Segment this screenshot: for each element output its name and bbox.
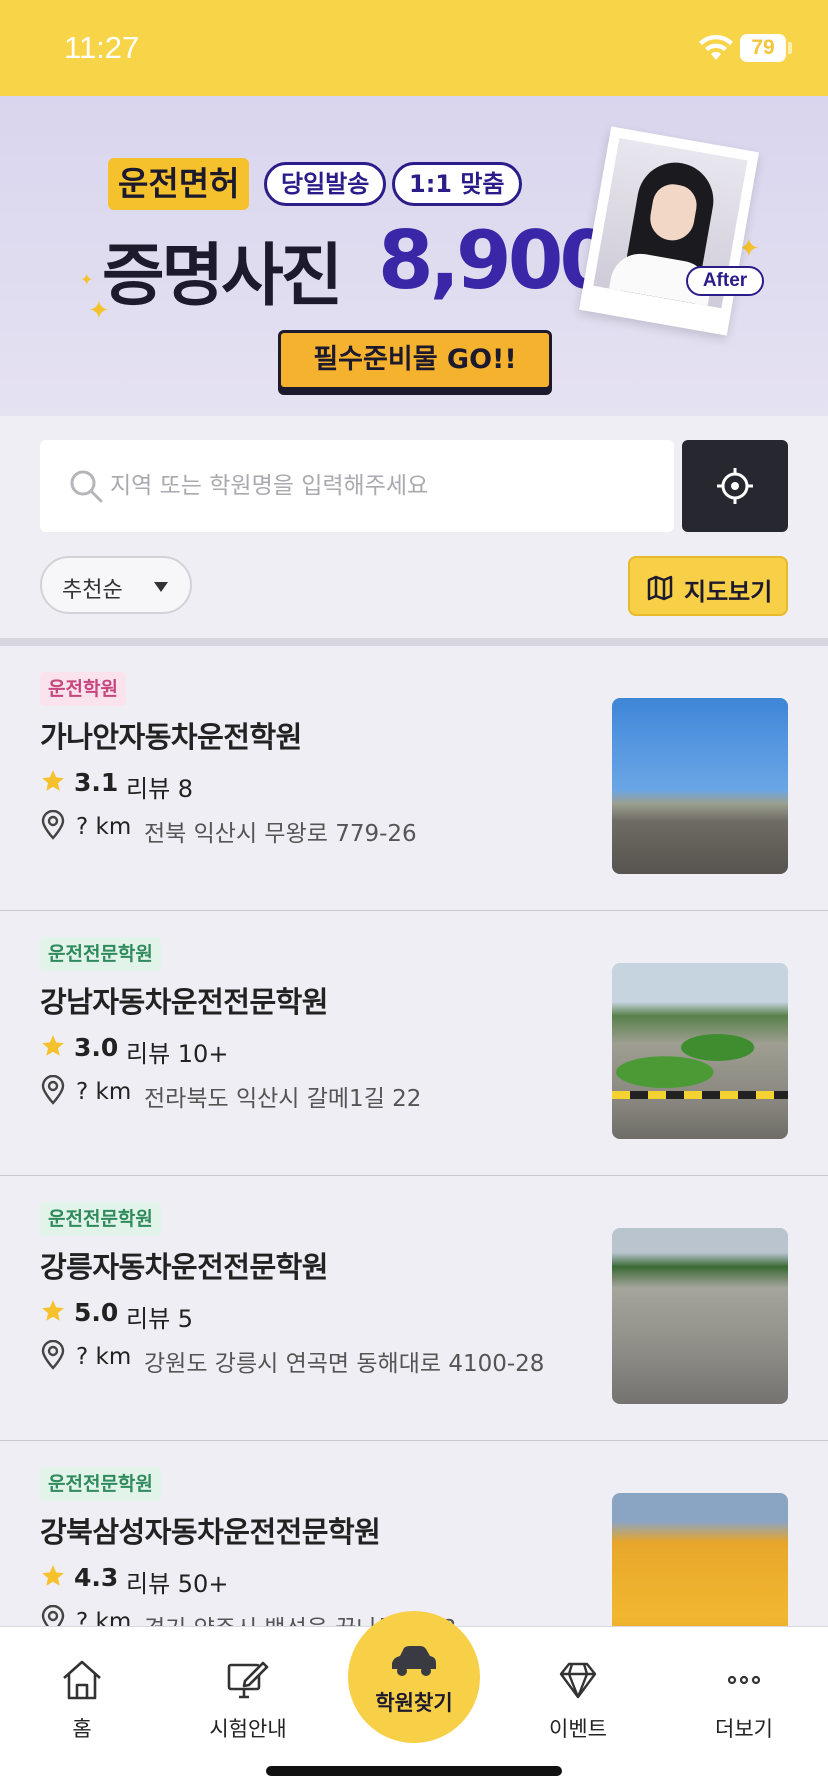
more-dots-icon: [727, 1675, 761, 1685]
location-pin-icon: [41, 1075, 65, 1105]
rating-value: 3.1: [74, 768, 119, 797]
category-badge: 운전전문학원: [40, 1202, 161, 1236]
school-name: 강남자동차운전전문학원: [40, 985, 328, 1019]
school-thumbnail: [612, 1493, 788, 1626]
review-count: 리뷰 8: [126, 775, 194, 803]
banner-title: 증명사진: [102, 237, 343, 316]
tab-more[interactable]: 더보기: [684, 1657, 804, 1757]
school-thumbnail: [612, 963, 788, 1139]
search-bar[interactable]: [40, 440, 674, 532]
section-divider: [0, 638, 828, 646]
chevron-down-icon: [154, 582, 168, 592]
map-icon: [647, 575, 673, 601]
banner-tag-license: 운전면허: [108, 158, 250, 210]
home-icon: [63, 1660, 101, 1700]
map-view-label: 지도보기: [684, 578, 773, 606]
tab-event-label: 이벤트: [549, 1717, 607, 1741]
rating-value: 5.0: [74, 1298, 119, 1327]
crosshair-icon: [717, 468, 753, 504]
category-badge: 운전전문학원: [40, 937, 161, 971]
category-badge: 운전학원: [40, 672, 126, 706]
address: 강원도 강릉시 연곡면 동해대로 4100-28: [144, 1351, 545, 1377]
current-location-button[interactable]: [682, 440, 788, 532]
sort-dropdown[interactable]: 추천순: [40, 556, 192, 614]
address: 전라북도 익산시 갈메1길 22: [144, 1086, 422, 1112]
map-view-button[interactable]: 지도보기: [628, 556, 788, 616]
banner-cta-button[interactable]: 필수준비물 GO!!: [278, 330, 552, 390]
rating-value: 4.3: [74, 1563, 119, 1592]
school-list[interactable]: 운전학원 가나안자동차운전학원 3.1 리뷰 8 ? km 전북 익산시 무왕로…: [0, 646, 828, 1626]
review-count: 리뷰 5: [126, 1305, 194, 1333]
wifi-icon: [699, 34, 733, 60]
location-pin-icon: [41, 810, 65, 840]
tab-exam-info[interactable]: 시험안내: [188, 1657, 308, 1757]
tab-home-label: 홈: [72, 1717, 92, 1741]
tab-event[interactable]: 이벤트: [518, 1657, 638, 1757]
category-badge: 운전전문학원: [40, 1467, 161, 1501]
car-icon: [392, 1646, 436, 1676]
star-icon: [42, 1300, 64, 1321]
distance: ? km: [76, 1344, 132, 1370]
review-count: 리뷰 10+: [126, 1040, 229, 1068]
distance: ? km: [76, 814, 132, 840]
list-item[interactable]: 운전전문학원 강남자동차운전전문학원 3.0 리뷰 10+ ? km 전라북도 …: [0, 911, 828, 1176]
tab-find-label: 학원찾기: [375, 1691, 453, 1715]
list-item[interactable]: 운전전문학원 강북삼성자동차운전전문학원 4.3 리뷰 50+ ? km 경기 …: [0, 1441, 828, 1626]
banner-tag-custom: 1:1 맞춤: [392, 162, 522, 206]
battery-icon: 79: [740, 34, 786, 62]
id-photo-image: [578, 126, 760, 336]
status-time: 11:27: [64, 30, 140, 65]
location-pin-icon: [41, 1605, 65, 1626]
after-badge: After: [686, 266, 764, 296]
rating-value: 3.0: [74, 1033, 119, 1062]
school-thumbnail: [612, 1228, 788, 1404]
tab-more-label: 더보기: [715, 1717, 773, 1741]
tab-find-academy[interactable]: 학원찾기: [348, 1611, 480, 1743]
search-icon: [70, 470, 103, 503]
monitor-pen-icon: [227, 1661, 269, 1699]
location-pin-icon: [41, 1340, 65, 1370]
star-icon: [42, 770, 64, 791]
list-item[interactable]: 운전전문학원 강릉자동차운전전문학원 5.0 리뷰 5 ? km 강원도 강릉시…: [0, 1176, 828, 1441]
sparkle-icon: ✦: [80, 270, 94, 289]
diamond-icon: [559, 1662, 597, 1699]
search-input[interactable]: [110, 462, 650, 510]
banner-tag-same-day: 당일발송: [264, 162, 387, 206]
home-indicator: [266, 1766, 562, 1776]
distance: ? km: [76, 1609, 132, 1626]
promo-banner[interactable]: ✦ ✦ ✦ 운전면허 당일발송 1:1 맞춤 증명사진 8,900 원 Afte…: [0, 96, 828, 416]
battery-tip: [788, 42, 792, 54]
school-name: 가나안자동차운전학원: [40, 720, 302, 754]
list-item[interactable]: 운전학원 가나안자동차운전학원 3.1 리뷰 8 ? km 전북 익산시 무왕로…: [0, 646, 828, 911]
star-icon: [42, 1565, 64, 1586]
school-name: 강릉자동차운전전문학원: [40, 1250, 328, 1284]
star-icon: [42, 1035, 64, 1056]
review-count: 리뷰 50+: [126, 1570, 229, 1598]
status-bar: 11:27 79: [0, 0, 828, 96]
school-name: 강북삼성자동차운전전문학원: [40, 1515, 381, 1549]
address: 전북 익산시 무왕로 779-26: [144, 821, 417, 847]
banner-price: 8,900: [378, 214, 615, 307]
tab-exam-label: 시험안내: [209, 1717, 287, 1741]
school-thumbnail: [612, 698, 788, 874]
sort-label: 추천순: [62, 578, 123, 603]
tab-home[interactable]: 홈: [22, 1657, 142, 1757]
distance: ? km: [76, 1079, 132, 1105]
